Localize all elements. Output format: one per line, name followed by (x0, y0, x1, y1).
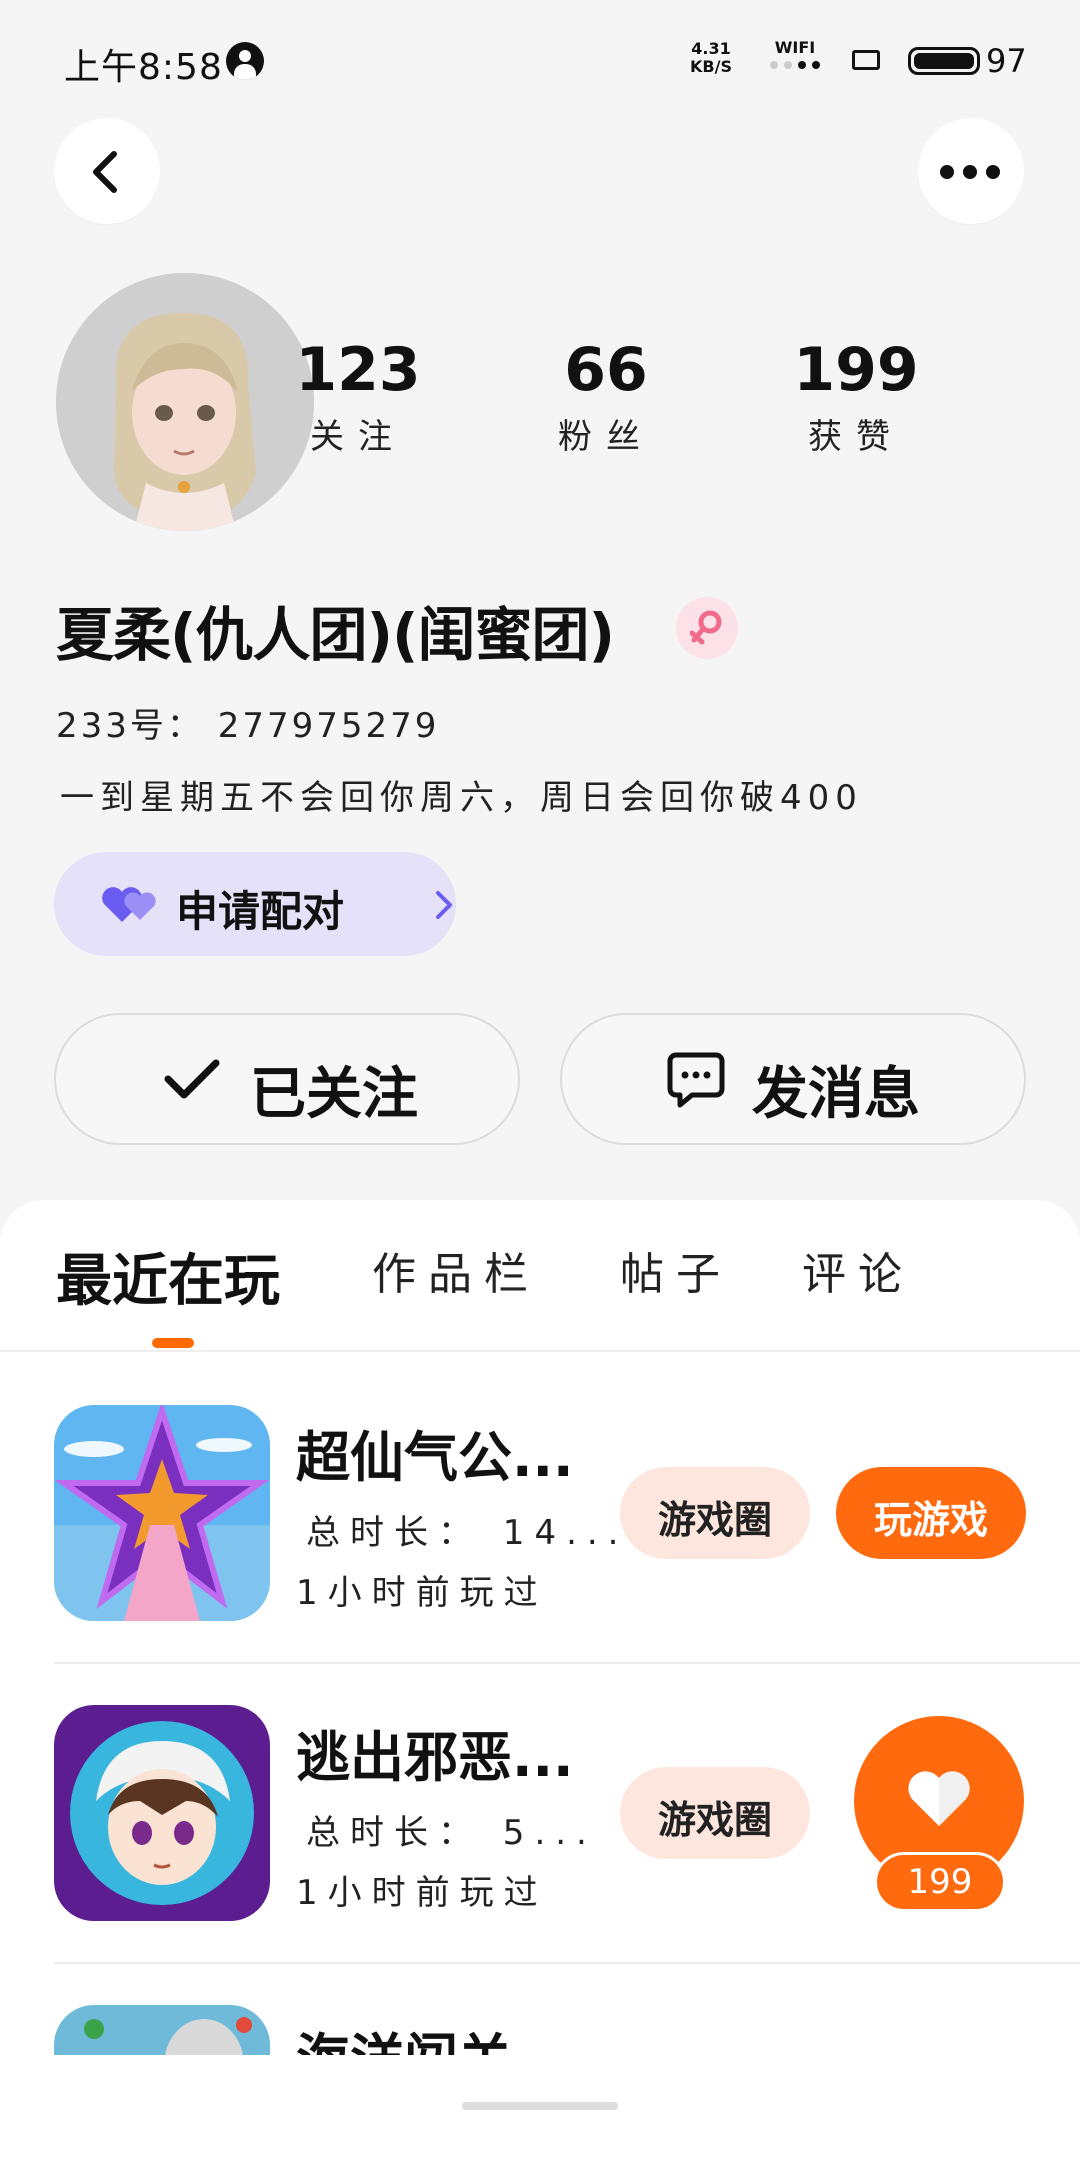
chevron-left-icon (93, 151, 117, 193)
hearts-icon (102, 887, 156, 922)
likes-label: 获赞 (808, 417, 904, 457)
followed-label: 已关注 (250, 1062, 418, 1127)
like-count-badge: 199 (874, 1852, 1006, 1912)
followed-button[interactable]: 已关注 (54, 1013, 520, 1145)
profile-bio: 一到星期五不会回你周六，周日会回你破400 (60, 778, 863, 818)
game-duration: 总时长： 14... (306, 1513, 629, 1553)
send-message-label: 发消息 (752, 1062, 920, 1127)
play-game-label: 玩游戏 (873, 1498, 988, 1542)
game-icon[interactable] (54, 1405, 270, 1621)
heart-icon (908, 1771, 970, 1826)
game-name: 海洋闯关 (296, 2015, 576, 2055)
status-time: 上午8:58 (64, 47, 223, 88)
tab-comments[interactable]: 评论 (802, 1238, 914, 1302)
chat-icon (667, 1052, 725, 1108)
check-icon (164, 1059, 220, 1099)
network-speed-value: 4.31 (691, 39, 731, 58)
female-icon (676, 597, 738, 659)
game-circle-button[interactable]: 游戏圈 (620, 1767, 810, 1859)
home-indicator[interactable] (462, 2102, 618, 2110)
apply-pair-label: 申请配对 (176, 887, 345, 936)
profile-uid: 233号： 277975279 (56, 706, 440, 746)
fans-count: 66 (564, 335, 648, 405)
wifi-label: WIFI (774, 38, 816, 57)
screen-icon (852, 50, 880, 70)
network-speed: 4.31 KB/S (690, 40, 732, 76)
game-duration: 总时长： 5... (306, 1813, 597, 1853)
game-icon[interactable] (54, 1705, 270, 1921)
chevron-right-icon (436, 891, 452, 919)
tab-divider (0, 1350, 1080, 1352)
game-last-played: 1小时前玩过 (296, 1873, 548, 1913)
tab-recently-played[interactable]: 最近在玩 (56, 1236, 280, 1317)
game-row[interactable]: 海洋闯关 (0, 2005, 1080, 2055)
stat-fans[interactable]: 66 粉丝 (506, 335, 706, 458)
tab-works[interactable]: 作品栏 (372, 1238, 540, 1302)
more-button[interactable] (918, 118, 1024, 224)
battery-icon (908, 47, 980, 75)
status-bar: 上午8:58 4.31 KB/S WIFI 97 (0, 0, 1080, 120)
game-row[interactable]: 超仙气公... 总时长： 14... 1小时前玩过 游戏圈 玩游戏 (0, 1405, 1080, 1705)
active-tab-indicator (152, 1338, 194, 1348)
game-circle-label: 游戏圈 (657, 1498, 772, 1542)
fans-label: 粉丝 (558, 417, 654, 457)
game-name: 超仙气公... (296, 1426, 574, 1489)
more-dots-icon (940, 165, 1000, 179)
battery-percent: 97 (986, 42, 1027, 80)
back-button[interactable] (54, 118, 160, 224)
network-speed-unit: KB/S (690, 57, 732, 76)
row-divider (54, 1962, 1080, 1964)
game-name: 逃出邪恶... (296, 1726, 574, 1789)
profile-nickname: 夏柔(仇人团)(闺蜜团) (56, 601, 615, 669)
tab-posts[interactable]: 帖子 (620, 1238, 732, 1302)
game-circle-button[interactable]: 游戏圈 (620, 1467, 810, 1559)
stat-following[interactable]: 123 关注 (258, 335, 458, 458)
stat-likes[interactable]: 199 获赞 (756, 335, 956, 458)
send-message-button[interactable]: 发消息 (560, 1013, 1026, 1145)
apply-pair-button[interactable]: 申请配对 (54, 852, 456, 956)
account-icon (226, 42, 264, 80)
game-last-played: 1小时前玩过 (296, 1573, 548, 1613)
wifi-icon: WIFI (770, 38, 820, 69)
row-divider (54, 1662, 1080, 1664)
game-circle-label: 游戏圈 (657, 1798, 772, 1842)
game-icon[interactable] (54, 2005, 270, 2055)
likes-count: 199 (793, 335, 919, 405)
following-label: 关注 (310, 417, 406, 457)
following-count: 123 (295, 335, 421, 405)
play-game-button[interactable]: 玩游戏 (836, 1467, 1026, 1559)
